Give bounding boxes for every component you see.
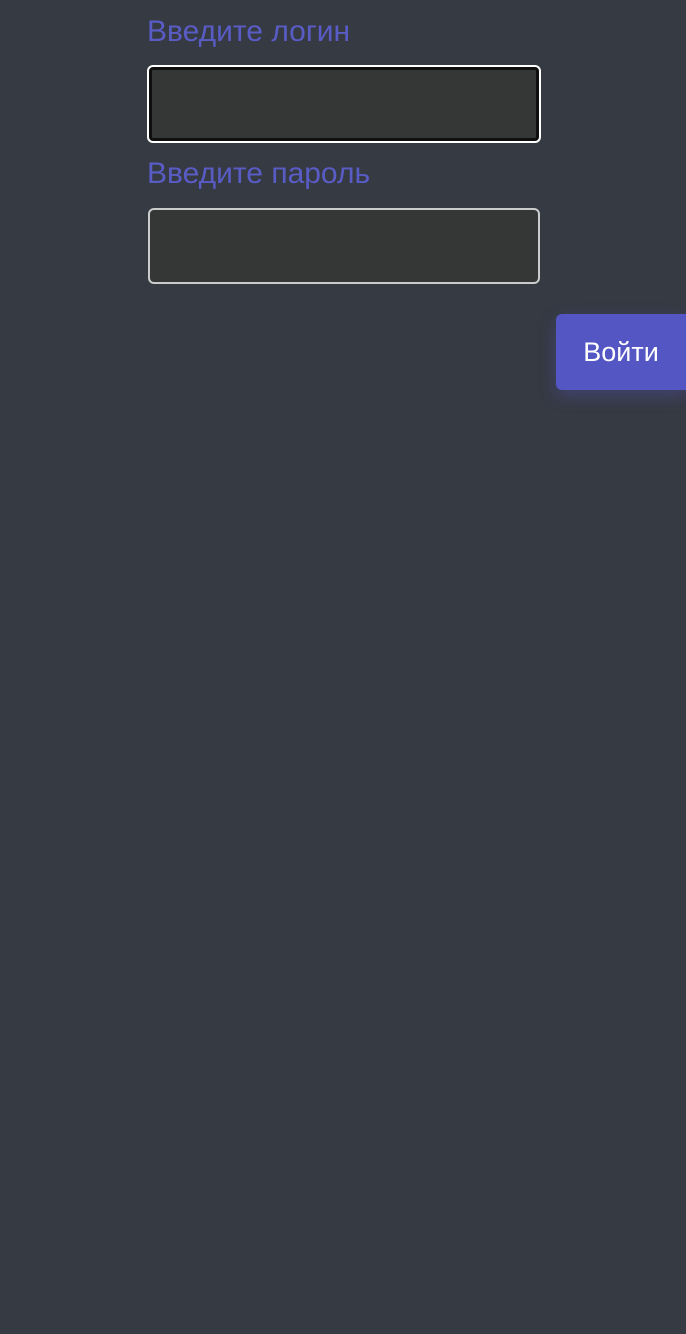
login-input[interactable] [147,65,541,143]
password-label: Введите пароль [147,157,371,190]
password-input[interactable] [148,208,540,284]
login-label: Введите логин [147,15,351,48]
login-form: Введите логин Введите пароль Войти [0,0,686,400]
login-button[interactable]: Войти [556,314,686,390]
